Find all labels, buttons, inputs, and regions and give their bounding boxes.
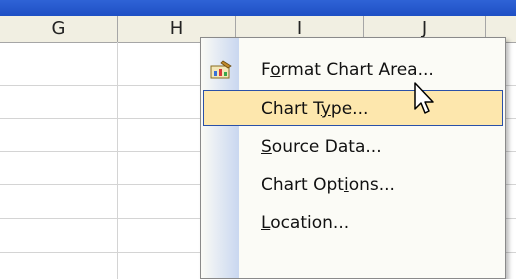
menu-item-label: Source Data...	[261, 137, 382, 157]
menu-item-chart-type[interactable]: Chart Type...	[203, 90, 503, 126]
menu-item-label: Format Chart Area...	[261, 60, 434, 80]
menu-item-source-data[interactable]: Source Data...	[203, 129, 503, 165]
format-chart-area-icon	[210, 60, 232, 79]
menu-item-chart-options[interactable]: Chart Options...	[203, 167, 503, 203]
arrow-pointer-icon	[414, 82, 434, 114]
window-title-bar	[0, 0, 516, 16]
menu-item-format-chart-area[interactable]: Format Chart Area...	[203, 52, 503, 88]
menu-item-location[interactable]: Location...	[203, 205, 503, 241]
grid-line	[117, 42, 118, 279]
chart-context-menu: Format Chart Area... Chart Type... Sourc…	[200, 37, 506, 279]
menu-item-label: Chart Options...	[261, 175, 395, 195]
menu-item-label: Chart Type...	[261, 99, 369, 119]
column-header-g[interactable]: G	[0, 16, 118, 42]
menu-item-label: Location...	[261, 213, 350, 233]
